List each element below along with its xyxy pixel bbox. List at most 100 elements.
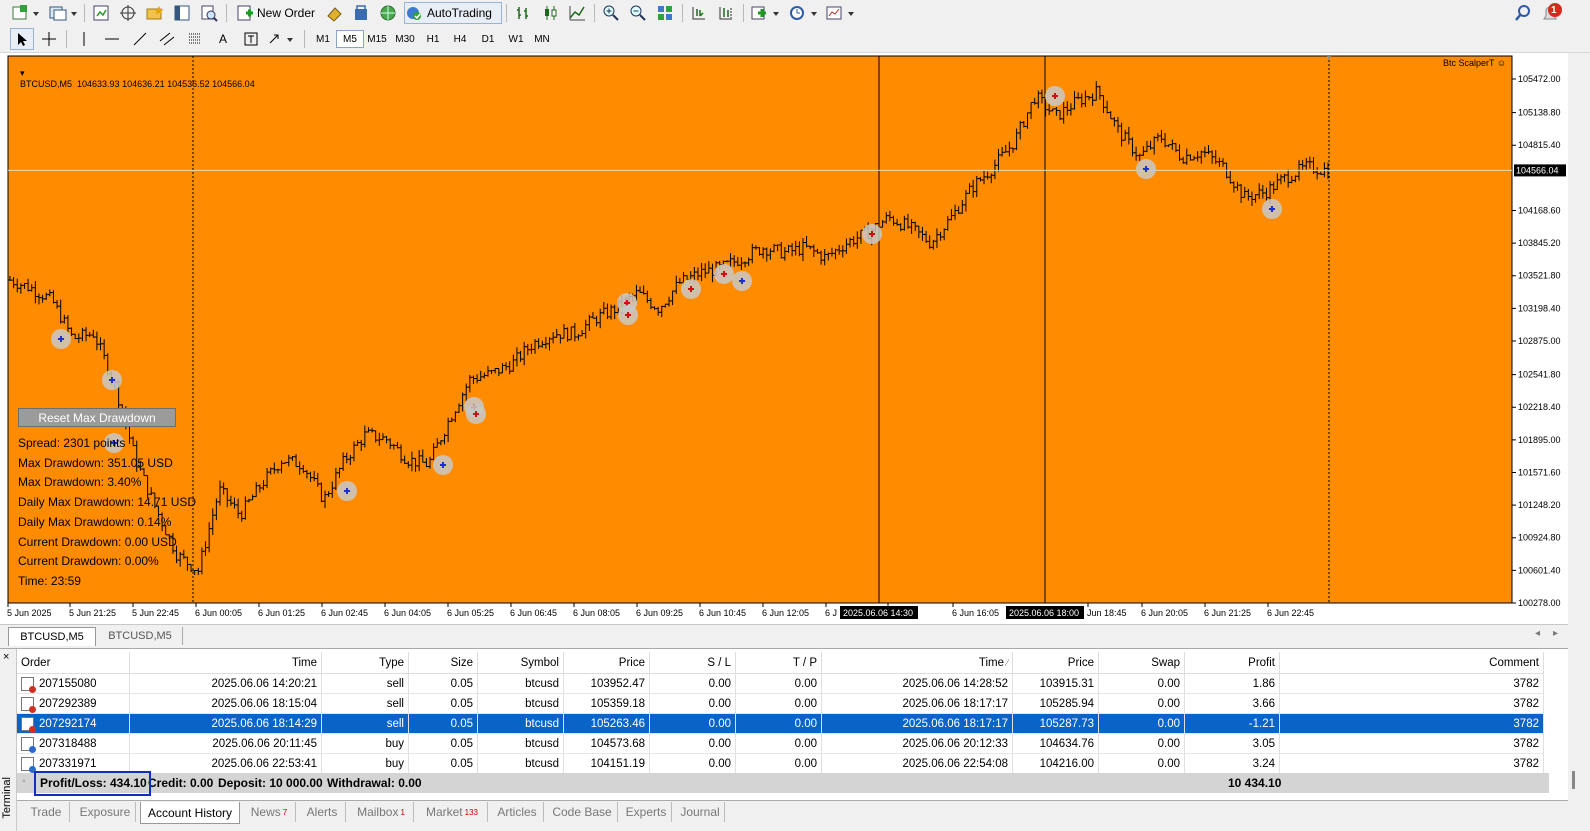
terminal-button[interactable] [171, 2, 193, 24]
profiles-button[interactable] [46, 2, 80, 24]
column-header[interactable]: S / L [649, 652, 736, 674]
timeframe-mn[interactable]: MN [529, 30, 555, 48]
indicators-button[interactable] [749, 2, 783, 24]
tab-market[interactable]: Market 133 [417, 802, 488, 822]
timeframe-d1[interactable]: D1 [475, 30, 501, 48]
cursor-tool[interactable] [10, 28, 34, 50]
auto-scroll-button[interactable] [688, 2, 710, 24]
tab-code-base[interactable]: Code Base [547, 802, 618, 822]
chart-shift-button[interactable] [715, 2, 737, 24]
timeframe-h1[interactable]: H1 [420, 30, 446, 48]
tab-exposure[interactable]: Exposure [75, 802, 136, 822]
vertical-line-tool[interactable] [73, 28, 95, 50]
timeframe-m5[interactable]: M5 [336, 30, 364, 48]
column-header[interactable]: Profit [1184, 652, 1280, 674]
expert-label: Btc ScalperT ☺ [1443, 58, 1506, 68]
chart-window[interactable]: 105472.00 105138.80 104815.40 104168.60 1038… [0, 53, 1568, 624]
history-row[interactable]: 207292174 2025.06.06 18:14:29 sell 0.05 btcu… [17, 713, 1544, 734]
timeframe-m1[interactable]: M1 [310, 30, 336, 48]
zoom-in-button[interactable] [600, 2, 622, 24]
tab-trade[interactable]: Trade [23, 802, 70, 822]
close-terminal-icon[interactable]: × [3, 651, 9, 663]
chart-header: ▾ BTCUSD,M5 104633.93 104636.21 104536.5… [10, 58, 255, 99]
chart-tab-active[interactable]: BTCUSD,M5 [8, 627, 96, 646]
tab-experts[interactable]: Experts [621, 802, 672, 822]
history-row[interactable]: 207155080 2025.06.06 14:20:21 sell 0.05 btcu… [17, 673, 1544, 694]
tile-windows-button[interactable] [654, 2, 676, 24]
market-watch-button[interactable] [90, 2, 112, 24]
column-header[interactable]: Time ⁄ [821, 652, 1013, 674]
bar-chart-button[interactable] [512, 2, 534, 24]
history-row[interactable]: 207292389 2025.06.06 18:15:04 sell 0.05 btcu… [17, 693, 1544, 714]
trendline-tool[interactable] [129, 28, 151, 50]
line-chart-button[interactable] [566, 2, 588, 24]
column-header[interactable]: Size [408, 652, 478, 674]
fibonacci-tool[interactable] [184, 28, 206, 50]
tab-scroll-right-icon[interactable]: ▸ [1553, 628, 1558, 639]
candlestick-button[interactable] [539, 2, 561, 24]
size-cell: 0.05 [408, 753, 478, 774]
column-header[interactable]: Order [17, 652, 130, 674]
autotrading-icon [407, 7, 421, 20]
vps-button[interactable] [377, 2, 399, 24]
price-tick-label: 104815.40 [1518, 140, 1561, 150]
timeframe-h4[interactable]: H4 [447, 30, 473, 48]
arrows-tool[interactable] [266, 28, 298, 50]
price-chart[interactable]: 105472.00 105138.80 104815.40 104168.60 1038… [0, 53, 1568, 624]
notification-count: 1 [1551, 5, 1557, 16]
navigator-button[interactable] [144, 2, 166, 24]
column-header[interactable]: Swap [1098, 652, 1185, 674]
tab-alerts[interactable]: Alerts [299, 802, 346, 822]
signals-icon [327, 7, 342, 22]
tab-journal[interactable]: Journal [676, 802, 725, 822]
text-tool[interactable]: A [212, 28, 234, 50]
crosshair-tool[interactable] [38, 28, 60, 50]
history-row[interactable]: 207318488 2025.06.06 20:11:45 buy 0.05 btcus… [17, 733, 1544, 754]
column-header[interactable]: Price [1012, 652, 1099, 674]
data-window-button[interactable] [117, 2, 139, 24]
tab-mailbox[interactable]: Mailbox 1 [349, 802, 414, 822]
drawdown-line: Max Drawdown: 3.40% [18, 475, 142, 490]
history-scrollbar[interactable] [1572, 771, 1575, 789]
template-icon [826, 6, 854, 20]
terminal-tab-bar: Trade Exposure Account History News 7 Alerts M… [17, 800, 1568, 831]
autotrading-label: AutoTrading [427, 6, 492, 20]
templates-button[interactable] [824, 2, 858, 24]
horizontal-line-tool[interactable] [101, 28, 123, 50]
tab-articles[interactable]: Articles [491, 802, 544, 822]
chart-tab-second[interactable]: BTCUSD,M5 [98, 627, 183, 645]
column-header[interactable]: Type [321, 652, 409, 674]
timeframe-m15[interactable]: M15 [364, 30, 390, 48]
type-cell: sell [321, 673, 409, 694]
new-order-button[interactable]: New Order [236, 2, 318, 24]
column-header[interactable]: Comment [1279, 652, 1544, 674]
column-header[interactable]: Price [563, 652, 650, 674]
chart-tab-bar: BTCUSD,M5 BTCUSD,M5 ◂ ▸ [0, 624, 1568, 647]
strategy-tester-button[interactable] [198, 2, 220, 24]
market-button[interactable] [350, 2, 372, 24]
timeframe-w1[interactable]: W1 [503, 30, 529, 48]
sl-cell: 0.00 [649, 753, 736, 774]
notifications-button[interactable]: 1 [1538, 2, 1564, 24]
open-time-cell: 2025.06.06 14:20:21 [129, 673, 322, 694]
search-button[interactable] [1512, 2, 1534, 24]
tab-news[interactable]: News 7 [243, 802, 296, 822]
autotrading-button[interactable]: AutoTrading [404, 2, 502, 24]
column-header[interactable]: Symbol [477, 652, 564, 674]
signals-button[interactable] [323, 2, 345, 24]
equidistant-channel-tool[interactable] [156, 28, 178, 50]
tab-account-history[interactable]: Account History [140, 802, 240, 824]
new-chart-button[interactable] [10, 2, 42, 24]
history-row[interactable]: 207331971 2025.06.06 22:53:41 buy 0.05 btcus… [17, 753, 1544, 774]
reset-max-drawdown-button[interactable]: Reset Max Drawdown [18, 408, 176, 427]
swap-cell: 0.00 [1098, 673, 1185, 694]
tab-scroll-left-icon[interactable]: ◂ [1535, 628, 1540, 639]
terminal-window-icon [174, 5, 190, 21]
column-header[interactable]: Time [129, 652, 322, 674]
timeframe-m30[interactable]: M30 [392, 30, 418, 48]
zoom-out-button[interactable] [627, 2, 649, 24]
periods-button[interactable] [787, 2, 821, 24]
crosshair-icon [42, 32, 56, 46]
column-header[interactable]: T / P [735, 652, 822, 674]
text-label-tool[interactable] [240, 28, 262, 50]
